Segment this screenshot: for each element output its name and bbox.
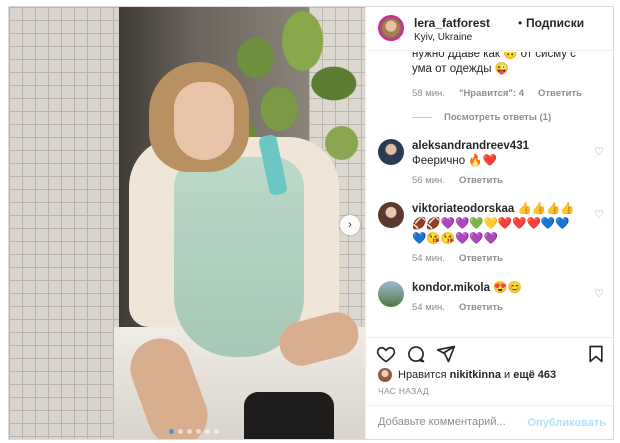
comment-time[interactable]: 58 мин. bbox=[412, 88, 445, 99]
avatar bbox=[378, 368, 392, 382]
post-sidebar: lera_fatforest • Подписки Kyiv, Ukraine … bbox=[365, 7, 613, 439]
comment-meta: 54 мин. Ответить bbox=[412, 253, 582, 264]
post-header: lera_fatforest • Подписки Kyiv, Ukraine bbox=[366, 7, 613, 51]
post-location[interactable]: Kyiv, Ukraine bbox=[414, 32, 472, 43]
separator-bullet: • bbox=[518, 16, 523, 30]
likes-others[interactable]: ещё 463 bbox=[513, 369, 556, 381]
avatar[interactable] bbox=[378, 202, 404, 228]
reply-button[interactable]: Ответить bbox=[459, 302, 503, 313]
carousel-dot bbox=[169, 429, 174, 434]
post-modal: › lera_fatforest • Подписки Kyiv, Ukrain… bbox=[8, 6, 614, 440]
comment-meta: 58 мин. "Нравится": 4 Ответить bbox=[412, 88, 602, 99]
reply-button[interactable]: Ответить bbox=[538, 88, 582, 99]
comment-time[interactable]: 54 мин. bbox=[412, 302, 445, 313]
avatar[interactable] bbox=[378, 15, 404, 41]
carousel-dots bbox=[169, 429, 219, 434]
post-timestamp[interactable]: час назад bbox=[378, 386, 429, 396]
carousel-next-button[interactable]: › bbox=[340, 215, 360, 235]
comment-username[interactable]: kondor.mikola bbox=[412, 282, 490, 294]
publish-button[interactable]: Опубликовать bbox=[527, 417, 606, 429]
comment-text: ума от одежды 😜 bbox=[412, 63, 510, 75]
heart-icon[interactable] bbox=[376, 344, 398, 366]
reply-button[interactable]: Ответить bbox=[459, 175, 503, 186]
add-comment-form: Опубликовать bbox=[366, 405, 613, 439]
comment-likes-count[interactable]: "Нравится": 4 bbox=[459, 88, 524, 99]
carousel-dot bbox=[196, 429, 201, 434]
comment-input[interactable] bbox=[378, 416, 528, 428]
view-replies-button[interactable]: Посмотреть ответы (1) bbox=[412, 112, 551, 123]
reply-button[interactable]: Ответить bbox=[459, 253, 503, 264]
face bbox=[174, 82, 234, 160]
likes-conj: и bbox=[504, 369, 511, 381]
comment-time[interactable]: 56 мин. bbox=[412, 175, 445, 186]
share-icon[interactable] bbox=[436, 344, 458, 366]
likes-prefix: Нравится bbox=[398, 369, 447, 381]
comment-username[interactable]: aleksandrandreev431 bbox=[412, 140, 529, 152]
carousel-dot bbox=[205, 429, 210, 434]
comment-text: Феерично 🔥❤️ bbox=[412, 155, 497, 167]
boot bbox=[244, 392, 334, 439]
avatar[interactable] bbox=[378, 281, 404, 307]
comment-meta: 54 мин. Ответить bbox=[412, 302, 582, 313]
chevron-right-icon: › bbox=[348, 219, 352, 231]
following-button[interactable]: Подписки bbox=[526, 16, 584, 30]
post-actions bbox=[366, 337, 613, 367]
carousel-dot bbox=[214, 429, 219, 434]
comment-text: 😍😊 bbox=[493, 282, 522, 294]
post-photo[interactable]: › bbox=[9, 7, 365, 439]
comments-list[interactable]: нужно ддаве как 🙃 от сисму с ума от одеж… bbox=[366, 52, 613, 337]
tile-wall-left bbox=[9, 7, 119, 439]
post-author-username[interactable]: lera_fatforest bbox=[414, 16, 490, 30]
comment-time[interactable]: 54 мин. bbox=[412, 253, 445, 264]
comment-meta: 56 мин. Ответить bbox=[412, 175, 582, 186]
heart-icon[interactable]: ♡ bbox=[594, 208, 604, 221]
heart-icon[interactable]: ♡ bbox=[594, 287, 604, 300]
comment-username[interactable]: viktoriateodorskaa bbox=[412, 203, 514, 215]
liker-username[interactable]: nikitkinna bbox=[450, 369, 501, 381]
heart-icon[interactable]: ♡ bbox=[594, 145, 604, 158]
carousel-dot bbox=[187, 429, 192, 434]
likes-summary[interactable]: Нравится nikitkinna и ещё 463 bbox=[378, 368, 556, 382]
comment-clipped-line: нужно ддаве как 🙃 от сисму с bbox=[412, 52, 576, 60]
carousel-dot bbox=[178, 429, 183, 434]
comment-icon[interactable] bbox=[406, 344, 428, 366]
bookmark-icon[interactable] bbox=[586, 344, 608, 366]
avatar[interactable] bbox=[378, 139, 404, 165]
